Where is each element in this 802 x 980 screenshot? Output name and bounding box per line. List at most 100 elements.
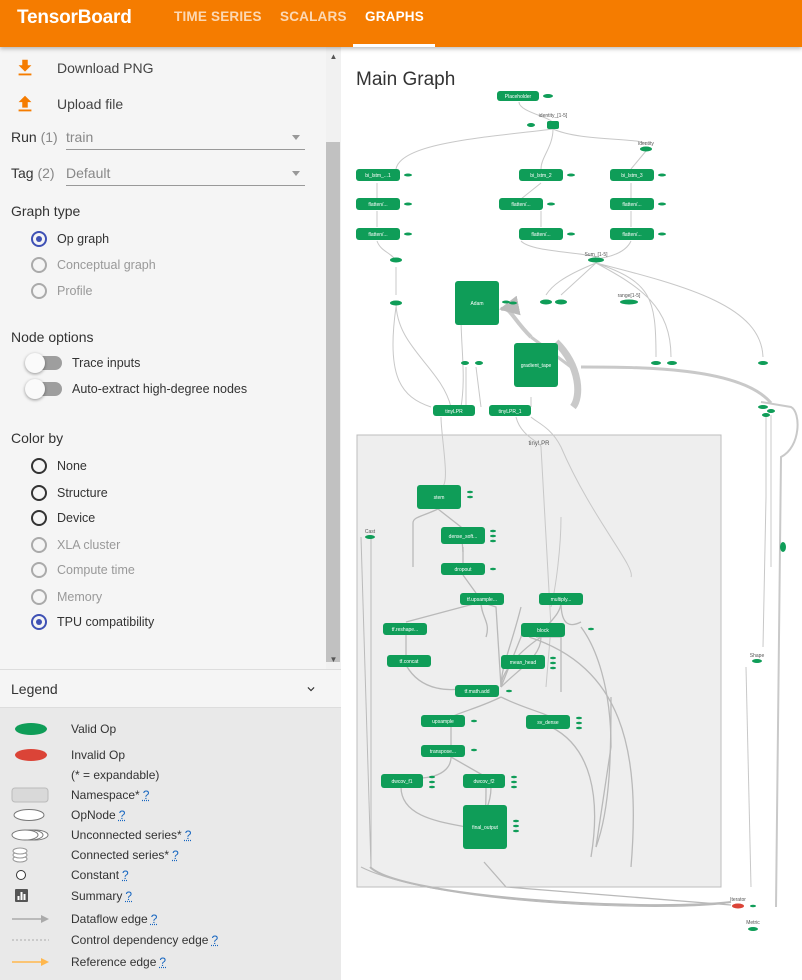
node-dwconv2[interactable]: dwcov_f2 [463,774,505,788]
help-link[interactable]: ? [151,912,158,926]
node-sum[interactable]: Sum_[1-5] [584,252,608,263]
node-upsample[interactable]: tf.upsample... [460,593,504,605]
help-link[interactable]: ? [119,808,126,822]
download-png-button[interactable]: Download PNG [14,56,154,80]
radio-color-device[interactable]: Device [31,509,95,527]
radio-label: Conceptual graph [57,258,156,272]
node-mean[interactable]: mean_head [501,655,545,669]
radio-color-xla[interactable]: XLA cluster [31,536,120,554]
op-node[interactable] [390,257,402,263]
node-upsample-label: tf.upsample... [467,597,497,603]
node-identity[interactable]: identity_[1-5] [539,113,568,129]
node-flat6[interactable]: flatten/... [610,228,654,240]
op-node[interactable] [540,299,552,305]
node-dropout[interactable]: dropout [441,563,485,575]
node-sv-dense[interactable]: sv_dense [526,715,570,729]
node-bilstm2[interactable]: bi_lstm_2 [519,169,563,181]
op-node[interactable] [509,301,517,305]
node-stem[interactable]: stem [417,485,461,509]
tag-selector[interactable]: Tag (2) Default [11,161,305,187]
radio-circle-icon [31,485,47,501]
node-concat[interactable]: tf.concat [387,655,431,667]
node-block[interactable]: block [521,623,565,637]
node-flat2-label: flatten/... [511,202,530,208]
node-iterator-invalid[interactable]: Iterator [730,897,746,909]
node-dense[interactable]: dense_soft... [441,527,485,544]
toggle-auto-extract[interactable]: Auto-extract high-degree nodes [25,379,247,399]
graph-canvas[interactable]: Main Graph tinyLPR Placeholder identity_… [341,47,802,980]
node-shape[interactable]: Shape [750,653,765,663]
node-tinylpr1[interactable]: tinyLPR_1 [489,405,531,416]
right-cluster-ops[interactable] [758,405,775,417]
node-grad-label: gradient_tape [521,363,552,369]
scroll-down-arrow-icon[interactable]: ▼ [326,653,341,667]
toggle-trace-inputs[interactable]: Trace inputs [25,353,140,373]
node-cast[interactable]: Cast [365,529,376,539]
radio-conceptual-graph[interactable]: Conceptual graph [31,256,156,274]
invalid-op-icon [15,749,47,761]
op-node[interactable] [758,361,768,365]
run-selector[interactable]: Run (1) train [11,125,305,151]
node-flat2[interactable]: flatten/... [499,198,543,210]
tab-scalars[interactable]: SCALARS [280,9,347,24]
radio-color-memory[interactable]: Memory [31,588,102,606]
op-node[interactable] [461,361,469,365]
scroll-up-arrow-icon[interactable]: ▲ [326,50,341,64]
op-node[interactable] [543,94,553,98]
graph-svg[interactable]: tinyLPR Placeholder identity_[1-5] ident… [341,47,802,980]
node-final-output[interactable]: final_output [463,805,507,849]
sidebar-scrollbar-thumb[interactable] [326,142,340,662]
legend-label: Constant? [71,868,129,882]
app-brand[interactable]: TensorBoard [17,7,132,29]
node-bilstm1[interactable]: bi_lstm_...1 [356,169,400,181]
node-adam[interactable]: Adam [455,281,499,325]
node-top[interactable]: Placeholder [497,91,539,101]
node-flat1[interactable]: flatten/... [356,198,400,210]
node-range[interactable]: range[1-5] [618,293,641,305]
radio-op-graph[interactable]: Op graph [31,230,109,248]
op-node[interactable] [555,299,567,305]
op-node[interactable] [667,361,677,365]
node-metric[interactable]: Metric [746,920,760,931]
legend-header[interactable]: Legend [0,670,341,708]
op-node[interactable] [780,542,786,552]
node-multiply[interactable]: multiply... [539,593,583,605]
help-link[interactable]: ? [125,889,132,903]
radio-color-none[interactable]: None [31,457,87,475]
legend-label-text: Constant [71,868,120,882]
node-dwconv1[interactable]: dwcov_f1 [381,774,423,788]
tab-graphs[interactable]: GRAPHS [365,9,424,24]
node-reshape[interactable]: tf.reshape... [383,623,427,635]
radio-label: Compute time [57,563,135,577]
op-node[interactable] [390,300,402,306]
node-upsample2[interactable]: upsample [421,715,465,727]
op-node[interactable] [651,361,661,365]
radio-color-compute[interactable]: Compute time [31,561,135,579]
help-link[interactable]: ? [143,788,150,802]
tab-time-series[interactable]: TIME SERIES [174,9,262,24]
legend-label-text: Dataflow edge [71,912,148,926]
node-flat4[interactable]: flatten/... [356,228,400,240]
node-identity2[interactable]: identity [638,141,654,152]
help-link[interactable]: ? [185,828,192,842]
radio-color-tpu[interactable]: TPU compatibility [31,613,154,631]
node-metric-label: Metric [746,920,760,926]
radio-profile[interactable]: Profile [31,282,92,300]
help-link[interactable]: ? [122,868,129,882]
radio-color-structure[interactable]: Structure [31,484,108,502]
node-gradient-tape[interactable]: gradient_tape [514,343,558,387]
op-node[interactable] [527,123,535,127]
node-transpose[interactable]: transpose... [421,745,465,757]
node-tinylpr[interactable]: tinyLPR [433,405,475,416]
chevron-down-icon[interactable] [304,682,318,696]
node-bilstm3[interactable]: bi_lstm_3 [610,169,654,181]
node-math-add[interactable]: tf.math.add [455,685,499,697]
op-node[interactable] [475,361,483,365]
help-link[interactable]: ? [211,933,218,947]
upload-file-button[interactable]: Upload file [14,92,123,116]
help-link[interactable]: ? [172,848,179,862]
help-link[interactable]: ? [159,955,166,969]
node-flat5[interactable]: flatten/... [519,228,563,240]
node-flat3[interactable]: flatten/... [610,198,654,210]
op-node[interactable] [750,904,756,908]
